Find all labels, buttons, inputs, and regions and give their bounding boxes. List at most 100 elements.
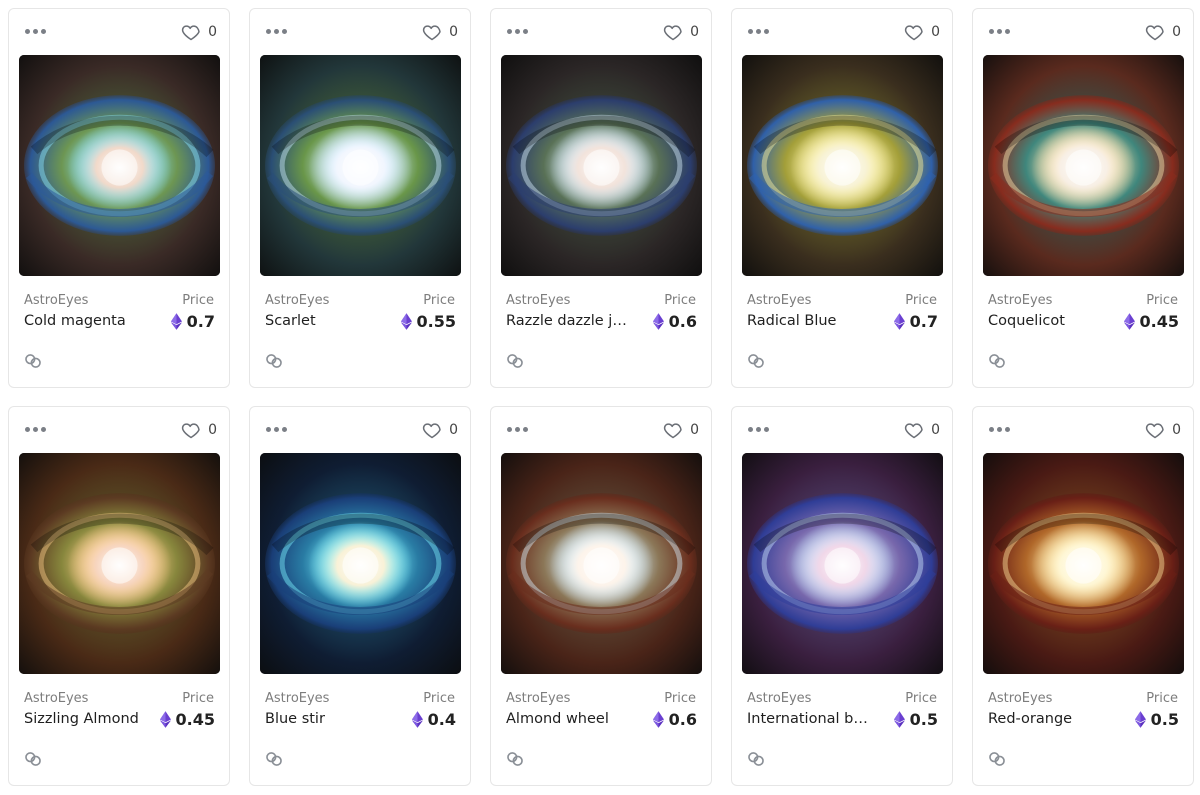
- nft-title[interactable]: Blue stir: [265, 711, 387, 727]
- nft-image[interactable]: [983, 453, 1184, 674]
- nft-title[interactable]: Red-orange: [988, 711, 1110, 727]
- price: 0.4: [411, 710, 456, 729]
- nft-title[interactable]: Almond wheel: [506, 711, 628, 727]
- like-count: 0: [1172, 24, 1181, 40]
- chain-link-icon-button[interactable]: [506, 352, 524, 370]
- more-dots-icon[interactable]: [507, 427, 529, 433]
- more-dots-icon[interactable]: [25, 29, 47, 35]
- like-button[interactable]: 0: [422, 21, 458, 43]
- price-label: Price: [905, 293, 937, 308]
- nft-image[interactable]: [983, 55, 1184, 276]
- nft-title[interactable]: Razzle dazzle je...: [506, 313, 628, 329]
- price: 0.45: [159, 710, 215, 729]
- nft-artwork: [501, 453, 702, 674]
- nft-card[interactable]: 0: [731, 406, 953, 786]
- more-dots-icon[interactable]: [748, 29, 770, 35]
- like-button[interactable]: 0: [663, 419, 699, 441]
- more-dots-icon[interactable]: [989, 29, 1011, 35]
- nft-image[interactable]: [260, 453, 461, 674]
- chain-link-icon: [25, 354, 41, 368]
- nft-title[interactable]: Coquelicot: [988, 313, 1110, 329]
- nft-title[interactable]: Scarlet: [265, 313, 387, 329]
- price-value: 0.6: [668, 312, 697, 331]
- more-dots-icon[interactable]: [266, 427, 288, 433]
- nft-artwork: [19, 55, 220, 276]
- price: 0.5: [893, 710, 938, 729]
- like-button[interactable]: 0: [1145, 21, 1181, 43]
- collection-name: AstroEyes: [506, 691, 571, 706]
- chain-link-icon: [25, 752, 41, 766]
- nft-artwork: [19, 453, 220, 674]
- ethereum-icon: [652, 711, 664, 728]
- more-dots-icon[interactable]: [989, 427, 1011, 433]
- ethereum-icon: [1134, 711, 1146, 728]
- collection-name: AstroEyes: [265, 691, 330, 706]
- nft-card[interactable]: 0: [972, 406, 1194, 786]
- like-button[interactable]: 0: [181, 21, 217, 43]
- ethereum-icon: [400, 313, 412, 330]
- like-button[interactable]: 0: [181, 419, 217, 441]
- like-button[interactable]: 0: [422, 419, 458, 441]
- nft-image[interactable]: [260, 55, 461, 276]
- nft-card[interactable]: 0: [972, 8, 1194, 388]
- chain-link-icon-button[interactable]: [506, 750, 524, 768]
- nft-artwork: [742, 55, 943, 276]
- more-dots-icon[interactable]: [266, 29, 288, 35]
- heart-icon: [1145, 423, 1164, 439]
- nft-card[interactable]: 0: [249, 8, 471, 388]
- heart-icon: [904, 423, 923, 439]
- nft-title[interactable]: Sizzling Almond: [24, 711, 146, 727]
- nft-image[interactable]: [19, 453, 220, 674]
- price-value: 0.45: [1139, 312, 1179, 331]
- chain-link-icon-button[interactable]: [988, 750, 1006, 768]
- heart-icon: [181, 25, 200, 41]
- collection-name: AstroEyes: [747, 293, 812, 308]
- ethereum-icon: [893, 313, 905, 330]
- chain-link-icon-button[interactable]: [24, 352, 42, 370]
- more-dots-icon[interactable]: [507, 29, 529, 35]
- price-value: 0.6: [668, 710, 697, 729]
- collection-name: AstroEyes: [506, 293, 571, 308]
- nft-title[interactable]: Radical Blue: [747, 313, 869, 329]
- chain-link-icon-button[interactable]: [265, 750, 283, 768]
- like-button[interactable]: 0: [1145, 419, 1181, 441]
- like-count: 0: [1172, 422, 1181, 438]
- nft-card[interactable]: 0: [731, 8, 953, 388]
- more-dots-icon[interactable]: [748, 427, 770, 433]
- chain-link-icon-button[interactable]: [24, 750, 42, 768]
- chain-link-icon-button[interactable]: [265, 352, 283, 370]
- nft-image[interactable]: [501, 55, 702, 276]
- like-count: 0: [931, 422, 940, 438]
- chain-link-icon-button[interactable]: [747, 750, 765, 768]
- chain-link-icon: [748, 752, 764, 766]
- heart-icon: [663, 423, 682, 439]
- more-dots-icon[interactable]: [25, 427, 47, 433]
- chain-link-icon-button[interactable]: [747, 352, 765, 370]
- price-label: Price: [664, 293, 696, 308]
- price: 0.55: [400, 312, 456, 331]
- heart-icon: [1145, 25, 1164, 41]
- collection-name: AstroEyes: [265, 293, 330, 308]
- nft-card[interactable]: 0: [8, 406, 230, 786]
- like-button[interactable]: 0: [904, 419, 940, 441]
- like-count: 0: [208, 24, 217, 40]
- nft-artwork: [742, 453, 943, 674]
- price-value: 0.5: [1150, 710, 1179, 729]
- chain-link-icon-button[interactable]: [988, 352, 1006, 370]
- nft-title[interactable]: Cold magenta: [24, 313, 146, 329]
- nft-image[interactable]: [742, 453, 943, 674]
- collection-name: AstroEyes: [24, 293, 89, 308]
- ethereum-icon: [170, 313, 182, 330]
- like-button[interactable]: 0: [904, 21, 940, 43]
- nft-image[interactable]: [19, 55, 220, 276]
- nft-card[interactable]: 0: [490, 8, 712, 388]
- nft-card[interactable]: 0: [249, 406, 471, 786]
- nft-title[interactable]: International bl...: [747, 711, 869, 727]
- nft-image[interactable]: [742, 55, 943, 276]
- nft-card[interactable]: 0: [8, 8, 230, 388]
- like-count: 0: [931, 24, 940, 40]
- like-button[interactable]: 0: [663, 21, 699, 43]
- nft-card[interactable]: 0: [490, 406, 712, 786]
- nft-image[interactable]: [501, 453, 702, 674]
- ethereum-icon: [893, 711, 905, 728]
